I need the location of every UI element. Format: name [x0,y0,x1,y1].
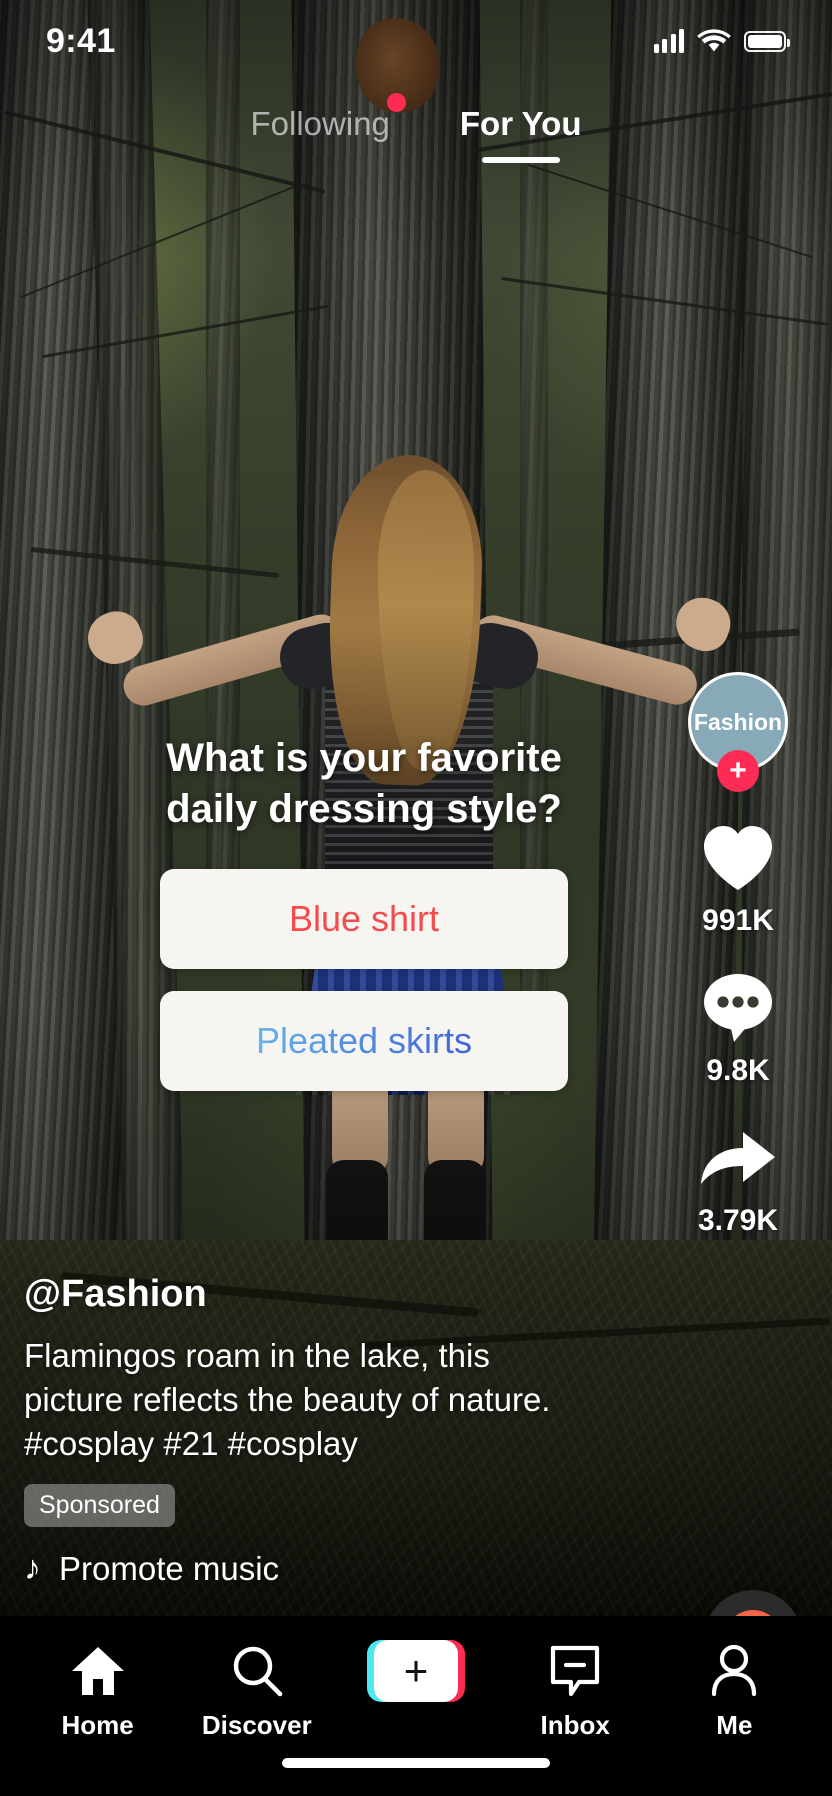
inbox-message-icon [549,1640,601,1702]
comment-bubble-icon[interactable] [696,968,780,1048]
poll-sticker: What is your favorite daily dressing sty… [160,733,568,1091]
person-icon [709,1640,759,1702]
battery-full-icon [744,31,786,52]
tab-active-underline [482,157,560,163]
nav-item-home[interactable]: Home [23,1640,173,1741]
tab-for-you-label: For You [460,105,582,143]
caption-description: Flamingos roam in the lake, this picture… [24,1334,576,1466]
heart-icon[interactable] [696,818,780,898]
nav-item-discover-label: Discover [202,1710,312,1741]
poll-option-2-label: Pleated skirts [256,1020,472,1062]
poll-option-2[interactable]: Pleated skirts [160,991,568,1091]
plus-icon: + [729,756,747,786]
poll-option-1-label: Blue shirt [289,898,439,940]
tab-following[interactable]: Following [250,105,389,143]
nav-item-me[interactable]: Me [659,1640,809,1741]
nav-item-me-label: Me [716,1710,752,1741]
music-row[interactable]: ♪ Promote music [24,1549,576,1588]
create-plus-icon[interactable]: + [367,1640,465,1702]
home-indicator [282,1758,550,1768]
nav-item-create[interactable]: + [341,1640,491,1710]
share-arrow-icon[interactable] [696,1118,780,1198]
share-count: 3.79K [698,1204,778,1238]
nav-item-discover[interactable]: Discover [182,1640,332,1741]
search-icon [230,1640,284,1702]
status-badge: Sponsored [24,1484,175,1527]
tab-following-label: Following [250,105,389,143]
music-label: Promote music [59,1550,279,1588]
author-handle[interactable]: @Fashion [24,1273,576,1316]
nav-item-home-label: Home [61,1710,133,1741]
follow-button[interactable]: + [717,750,759,792]
nav-item-inbox[interactable]: Inbox [500,1640,650,1741]
notification-dot-icon [387,93,406,112]
poll-option-1[interactable]: Blue shirt [160,869,568,969]
bottom-navigation: Home Discover + [0,1616,832,1796]
nav-item-inbox-label: Inbox [540,1710,609,1741]
plus-icon: + [404,1650,429,1692]
create-white-face: + [374,1640,458,1702]
action-rail: Fashion + 991K [662,672,814,1268]
wifi-icon [697,29,731,54]
comment-count: 9.8K [706,1054,769,1088]
poll-question: What is your favorite daily dressing sty… [160,733,568,847]
author-avatar-wrap[interactable]: Fashion + [688,672,788,772]
tab-for-you[interactable]: For You [460,105,582,163]
share-action[interactable]: 3.79K [696,1118,780,1238]
like-action[interactable]: 991K [696,818,780,938]
video-caption-block: @Fashion Flamingos roam in the lake, thi… [24,1273,576,1588]
feed-tabs: Following For You [0,105,832,163]
avatar-label: Fashion [694,709,782,736]
cellular-bars-icon [654,29,685,53]
status-clock: 9:41 [46,22,116,61]
status-bar: 9:41 [0,0,832,82]
status-icons [654,29,787,54]
comment-action[interactable]: 9.8K [696,968,780,1088]
home-icon [70,1640,126,1702]
tiktok-video-screen: 9:41 Following For You What is your favo… [0,0,832,1796]
music-note-icon: ♪ [24,1549,41,1588]
like-count: 991K [702,904,774,938]
